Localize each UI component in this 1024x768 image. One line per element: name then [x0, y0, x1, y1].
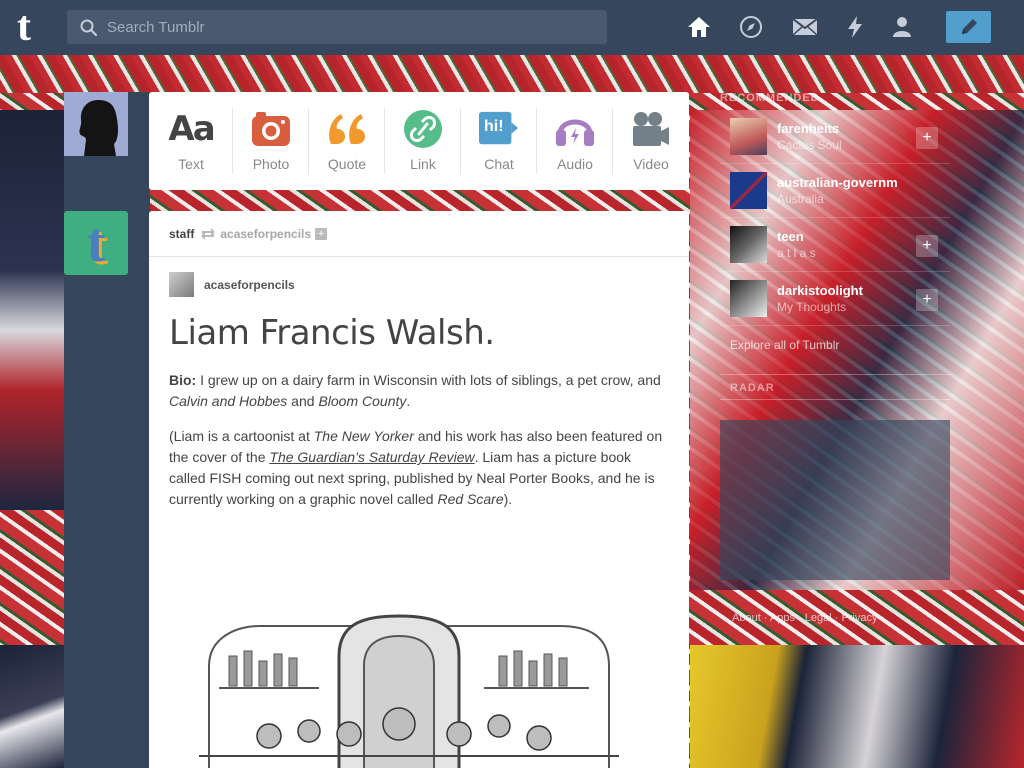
description-paragraph: (Liam is a cartoonist at The New Yorker … — [169, 426, 669, 510]
post-type-label: Link — [410, 156, 436, 172]
post-text: Bio: I grew up on a dairy farm in Wiscon… — [169, 370, 669, 510]
post-type-label: Photo — [252, 156, 290, 172]
blog-name[interactable]: australian-governm — [777, 175, 917, 190]
bio-italic: Calvin and Hobbes — [169, 393, 288, 409]
post-type-label: Text — [178, 156, 204, 172]
post-type-label: Audio — [557, 156, 593, 172]
follow-button[interactable]: + — [916, 289, 938, 311]
post-header: staff acaseforpencils + — [149, 211, 689, 257]
source-avatar[interactable] — [169, 272, 194, 297]
link-icon — [403, 110, 443, 148]
post-source: acaseforpencils — [169, 272, 669, 297]
post-type-label: Chat — [484, 156, 514, 172]
user-avatar[interactable] — [64, 92, 128, 156]
bio-text: and — [287, 393, 319, 409]
camera-icon — [251, 110, 291, 148]
post-author-link[interactable]: staff — [169, 227, 194, 241]
post-type-bar: Aa Text Photo Quote Link hi! Chat Audio — [149, 92, 689, 190]
post-type-video[interactable]: Video — [613, 92, 689, 190]
description-text: ). — [503, 491, 513, 507]
blog-subtitle: a t l a s — [777, 246, 816, 260]
post-body: acaseforpencils Liam Francis Walsh. Bio:… — [149, 257, 689, 510]
post-type-photo[interactable]: Photo — [233, 92, 309, 190]
background-photo-right-bottom — [690, 645, 1024, 768]
source-blog-link[interactable]: acaseforpencils — [204, 278, 295, 292]
recommended-blog[interactable]: darkistoolight My Thoughts + — [720, 272, 950, 326]
radar-heading: RADAR — [720, 374, 950, 400]
radar-post[interactable] — [720, 420, 950, 580]
cartoon-image[interactable] — [199, 606, 619, 768]
bio-text: . — [406, 393, 411, 409]
follow-button[interactable]: + — [916, 127, 938, 149]
pencil-icon — [961, 19, 977, 34]
reblogged-from-link[interactable]: acaseforpencils — [220, 227, 311, 241]
post-type-audio[interactable]: Audio — [537, 92, 613, 190]
footer-links[interactable]: About · Apps · Legal · Privacy — [732, 612, 878, 624]
bio-paragraph: Bio: I grew up on a dairy farm in Wiscon… — [169, 370, 669, 412]
post-type-text[interactable]: Aa Text — [149, 92, 233, 190]
recommended-blog[interactable]: farenheits Cactus Soul + — [720, 110, 950, 164]
blog-name[interactable]: farenheits — [777, 121, 917, 136]
follow-button[interactable]: + — [916, 235, 938, 257]
right-sidebar: RECOMMENDED farenheits Cactus Soul + aust… — [720, 92, 950, 580]
reblog-icon — [201, 227, 216, 240]
follow-plus-icon[interactable]: + — [315, 227, 328, 240]
blog-avatar[interactable] — [730, 118, 767, 155]
post-type-quote[interactable]: Quote — [309, 92, 385, 190]
bio-text: I grew up on a dairy farm in Wisconsin w… — [196, 372, 661, 388]
background-photo-left-bottom — [0, 645, 64, 768]
text-icon: Aa — [168, 109, 215, 149]
background-photo-left — [0, 110, 64, 510]
explore-link[interactable]: Explore all of Tumblr — [730, 338, 950, 352]
top-navigation-bar: t — [0, 0, 1024, 55]
activity-icon[interactable] — [842, 14, 868, 40]
search-icon — [80, 19, 97, 36]
description-text: (Liam is a cartoonist at — [169, 428, 314, 444]
blog-avatar[interactable] — [730, 172, 767, 209]
blog-avatar[interactable] — [730, 226, 767, 263]
post-type-chat[interactable]: hi! Chat — [461, 92, 537, 190]
blog-subtitle: Australia — [777, 192, 824, 206]
recommended-blog[interactable]: australian-governm Australia — [720, 164, 950, 218]
compose-button[interactable] — [946, 11, 991, 43]
recommended-blog[interactable]: teen a t l a s + — [720, 218, 950, 272]
chat-icon-text: hi! — [484, 118, 504, 135]
mail-icon[interactable] — [792, 14, 818, 40]
guardian-link[interactable]: The Guardian’s Saturday Review — [269, 449, 474, 465]
video-camera-icon — [631, 110, 671, 148]
bio-italic: Bloom County — [318, 393, 407, 409]
home-icon[interactable] — [686, 14, 712, 40]
blog-subtitle: My Thoughts — [777, 300, 847, 314]
post-type-link[interactable]: Link — [385, 92, 461, 190]
explore-icon[interactable] — [738, 14, 764, 40]
headphones-icon — [555, 110, 595, 148]
post-title: Liam Francis Walsh. — [169, 313, 495, 353]
description-italic: The New Yorker — [313, 428, 414, 444]
dashboard-post: staff acaseforpencils + acaseforpencils … — [149, 211, 689, 768]
recommended-heading: RECOMMENDED — [720, 92, 820, 104]
quote-icon — [327, 110, 367, 148]
search-box[interactable] — [67, 10, 607, 44]
tumblr-logo[interactable]: t — [17, 6, 49, 48]
background-collage-strip — [0, 55, 1024, 93]
staff-avatar[interactable]: t — [64, 211, 128, 275]
dashboard-left-column — [64, 92, 150, 768]
search-input[interactable] — [107, 18, 587, 36]
blog-avatar[interactable] — [730, 280, 767, 317]
post-type-label: Video — [633, 156, 669, 172]
blog-name[interactable]: darkistoolight — [777, 283, 917, 298]
bio-label: Bio: — [169, 372, 197, 388]
chat-icon: hi! — [479, 110, 519, 148]
blog-subtitle: Cactus Soul — [777, 138, 842, 152]
staff-avatar-t: t — [86, 212, 106, 274]
account-icon[interactable] — [889, 14, 915, 40]
post-type-label: Quote — [327, 156, 367, 172]
blog-name[interactable]: teen — [777, 229, 917, 244]
description-italic: Red Scare — [437, 491, 504, 507]
